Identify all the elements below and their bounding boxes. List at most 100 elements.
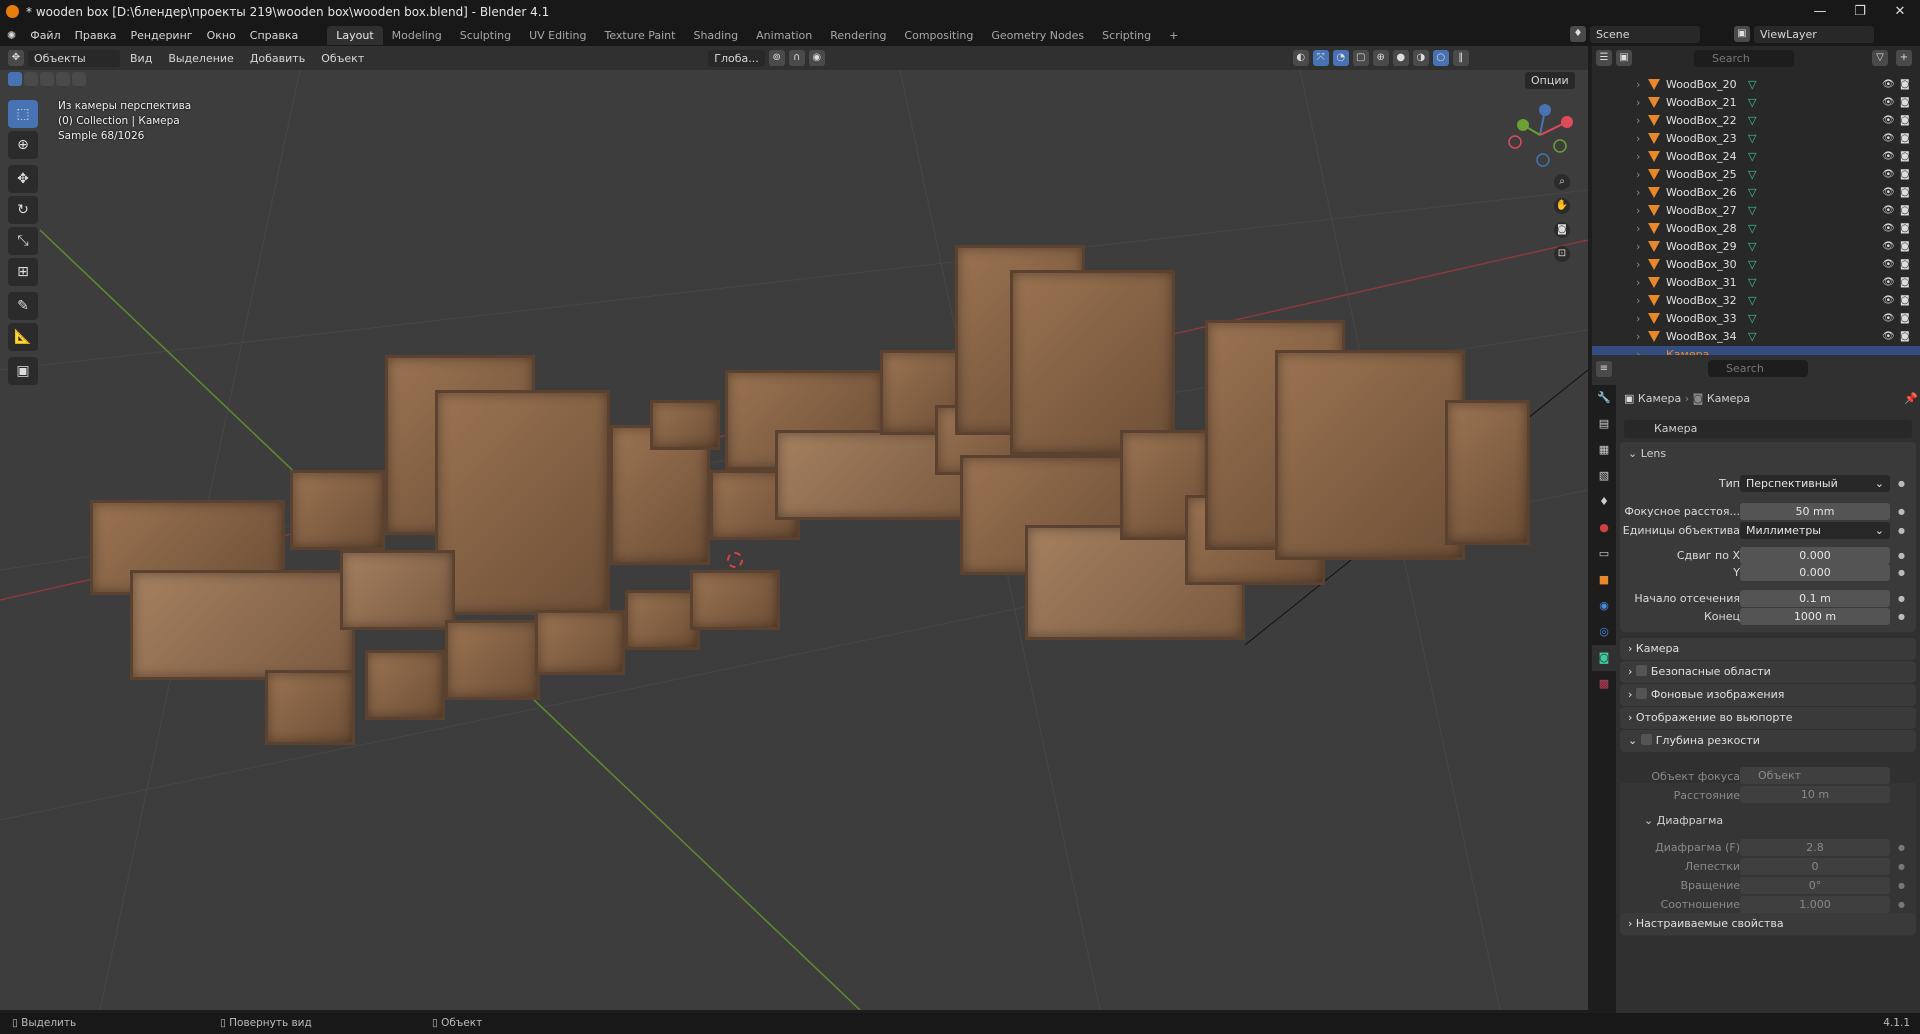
transform-tool-icon[interactable]: ⊞: [8, 258, 38, 286]
zoom-icon[interactable]: ⌕: [1554, 174, 1570, 190]
lens-field[interactable]: 0.000: [1740, 547, 1890, 564]
editor-type-icon[interactable]: ✥: [8, 50, 24, 66]
keyframe-dot-icon[interactable]: ●: [1898, 551, 1905, 560]
menu-render[interactable]: Рендеринг: [123, 29, 199, 42]
collapsible-panel[interactable]: › Отображение во вьюпорте: [1620, 707, 1916, 729]
tab-uv-editing[interactable]: UV Editing: [520, 26, 595, 45]
expand-arrow-icon[interactable]: ›: [1636, 148, 1640, 166]
mode-selector[interactable]: Объекты: [28, 49, 120, 67]
render-visibility-icon[interactable]: ◙: [1900, 76, 1910, 94]
maximize-button[interactable]: ❐: [1840, 0, 1880, 24]
visibility-eye-icon[interactable]: 👁: [1882, 310, 1895, 328]
display-mode-icon[interactable]: ▣: [1616, 50, 1632, 66]
crate[interactable]: [650, 400, 720, 450]
outliner-item[interactable]: › WoodBox_21 ▽ 👁 ◙: [1592, 94, 1920, 112]
visibility-eye-icon[interactable]: 👁: [1882, 292, 1895, 310]
keyframe-dot-icon[interactable]: ●: [1898, 843, 1905, 852]
tab-sculpting[interactable]: Sculpting: [451, 26, 520, 45]
keyframe-dot-icon[interactable]: ●: [1898, 862, 1905, 871]
new-collection-icon[interactable]: +: [1896, 50, 1912, 66]
camera-data-tab-icon[interactable]: ◙: [1592, 645, 1616, 671]
render-visibility-icon[interactable]: ◙: [1900, 202, 1910, 220]
render-visibility-icon[interactable]: ◙: [1900, 148, 1910, 166]
select-new-icon[interactable]: [8, 72, 22, 86]
outliner-item[interactable]: › WoodBox_20 ▽ 👁 ◙: [1592, 76, 1920, 94]
lens-field[interactable]: 0.1 m: [1740, 590, 1890, 607]
lock-camera-icon[interactable]: ⊡: [1554, 246, 1570, 262]
visibility-eye-icon[interactable]: 👁: [1882, 148, 1895, 166]
render-visibility-icon[interactable]: ◙: [1900, 94, 1910, 112]
navigation-gizmo[interactable]: [1505, 100, 1575, 170]
lens-panel-header[interactable]: ⌄ Lens: [1628, 447, 1666, 460]
pin-icon[interactable]: 📌: [1904, 392, 1918, 405]
material-shading-icon[interactable]: ◑: [1412, 50, 1429, 66]
select-subtract-icon[interactable]: [40, 72, 54, 86]
gizmo-icon[interactable]: ⤧: [1312, 50, 1329, 66]
modifier-tab-icon[interactable]: ◉: [1592, 593, 1616, 619]
scale-tool-icon[interactable]: ⤡: [8, 227, 38, 255]
render-visibility-icon[interactable]: ◙: [1900, 328, 1910, 346]
select-invert-icon[interactable]: [56, 72, 70, 86]
lens-field[interactable]: 0.000: [1740, 564, 1890, 581]
visibility-icon[interactable]: ◐: [1292, 50, 1309, 66]
add-workspace-button[interactable]: +: [1160, 26, 1187, 45]
focus-object-field[interactable]: Объект: [1740, 767, 1890, 784]
render-visibility-icon[interactable]: ◙: [1900, 292, 1910, 310]
constraints-tab-icon[interactable]: ◎: [1592, 619, 1616, 645]
expand-arrow-icon[interactable]: ›: [1636, 220, 1640, 238]
menu-add[interactable]: Добавить: [244, 50, 311, 67]
camera-datablock-field[interactable]: Камера: [1624, 420, 1912, 438]
expand-arrow-icon[interactable]: ›: [1636, 94, 1640, 112]
visibility-eye-icon[interactable]: 👁: [1882, 94, 1895, 112]
focus-distance-field[interactable]: 10 m: [1740, 786, 1890, 803]
crate[interactable]: [535, 610, 625, 675]
crate[interactable]: [340, 550, 455, 630]
menu-view[interactable]: Вид: [124, 50, 158, 67]
keyframe-dot-icon[interactable]: ●: [1898, 612, 1905, 621]
3d-viewport[interactable]: Из камеры перспектива (0) Collection | К…: [0, 70, 1588, 1010]
expand-arrow-icon[interactable]: ›: [1636, 112, 1640, 130]
close-button[interactable]: ✕: [1880, 0, 1920, 24]
outliner-item[interactable]: › WoodBox_25 ▽ 👁 ◙: [1592, 166, 1920, 184]
keyframe-dot-icon[interactable]: ●: [1898, 881, 1905, 890]
panel-checkbox[interactable]: [1635, 665, 1647, 676]
panel-checkbox[interactable]: [1635, 688, 1647, 699]
select-intersect-icon[interactable]: [72, 72, 86, 86]
scene-icon[interactable]: ♦: [1570, 26, 1586, 42]
crate[interactable]: [290, 470, 385, 550]
tab-scripting[interactable]: Scripting: [1093, 26, 1160, 45]
crate[interactable]: [1445, 400, 1530, 545]
expand-arrow-icon[interactable]: ›: [1636, 256, 1640, 274]
crate[interactable]: [365, 650, 445, 720]
crate[interactable]: [435, 390, 610, 615]
crate[interactable]: [265, 670, 355, 745]
outliner-item[interactable]: › WoodBox_27 ▽ 👁 ◙: [1592, 202, 1920, 220]
keyframe-dot-icon[interactable]: ●: [1898, 526, 1905, 535]
move-tool-icon[interactable]: ✥: [8, 165, 38, 193]
expand-arrow-icon[interactable]: ›: [1636, 238, 1640, 256]
outliner-search-input[interactable]: Search: [1694, 50, 1794, 67]
crate[interactable]: [445, 620, 540, 700]
visibility-eye-icon[interactable]: 👁: [1882, 202, 1895, 220]
tab-texture-paint[interactable]: Texture Paint: [595, 26, 684, 45]
visibility-eye-icon[interactable]: 👁: [1882, 166, 1895, 184]
keyframe-dot-icon[interactable]: ●: [1898, 479, 1905, 488]
object-tab-icon[interactable]: ■: [1592, 567, 1616, 593]
outliner-item[interactable]: › WoodBox_30 ▽ 👁 ◙: [1592, 256, 1920, 274]
aperture-field[interactable]: 2.8: [1740, 839, 1890, 856]
pan-hand-icon[interactable]: ✋: [1554, 198, 1570, 214]
blender-menu-icon[interactable]: ✺: [0, 29, 23, 42]
lens-field[interactable]: 1000 m: [1740, 608, 1890, 625]
cursor-tool-icon[interactable]: ⊕: [8, 131, 38, 159]
outliner-item[interactable]: › WoodBox_26 ▽ 👁 ◙: [1592, 184, 1920, 202]
outliner-item[interactable]: › WoodBox_28 ▽ 👁 ◙: [1592, 220, 1920, 238]
tab-rendering[interactable]: Rendering: [821, 26, 895, 45]
collapsible-panel[interactable]: ⌄ Глубина резкости: [1620, 730, 1916, 752]
xray-icon[interactable]: ▢: [1352, 50, 1369, 66]
keyframe-dot-icon[interactable]: ●: [1898, 507, 1905, 516]
select-extend-icon[interactable]: [24, 72, 38, 86]
expand-arrow-icon[interactable]: ›: [1636, 310, 1640, 328]
minimize-button[interactable]: —: [1800, 0, 1840, 24]
view-layer-selector[interactable]: ViewLayer: [1754, 26, 1874, 43]
keyframe-dot-icon[interactable]: ●: [1898, 594, 1905, 603]
